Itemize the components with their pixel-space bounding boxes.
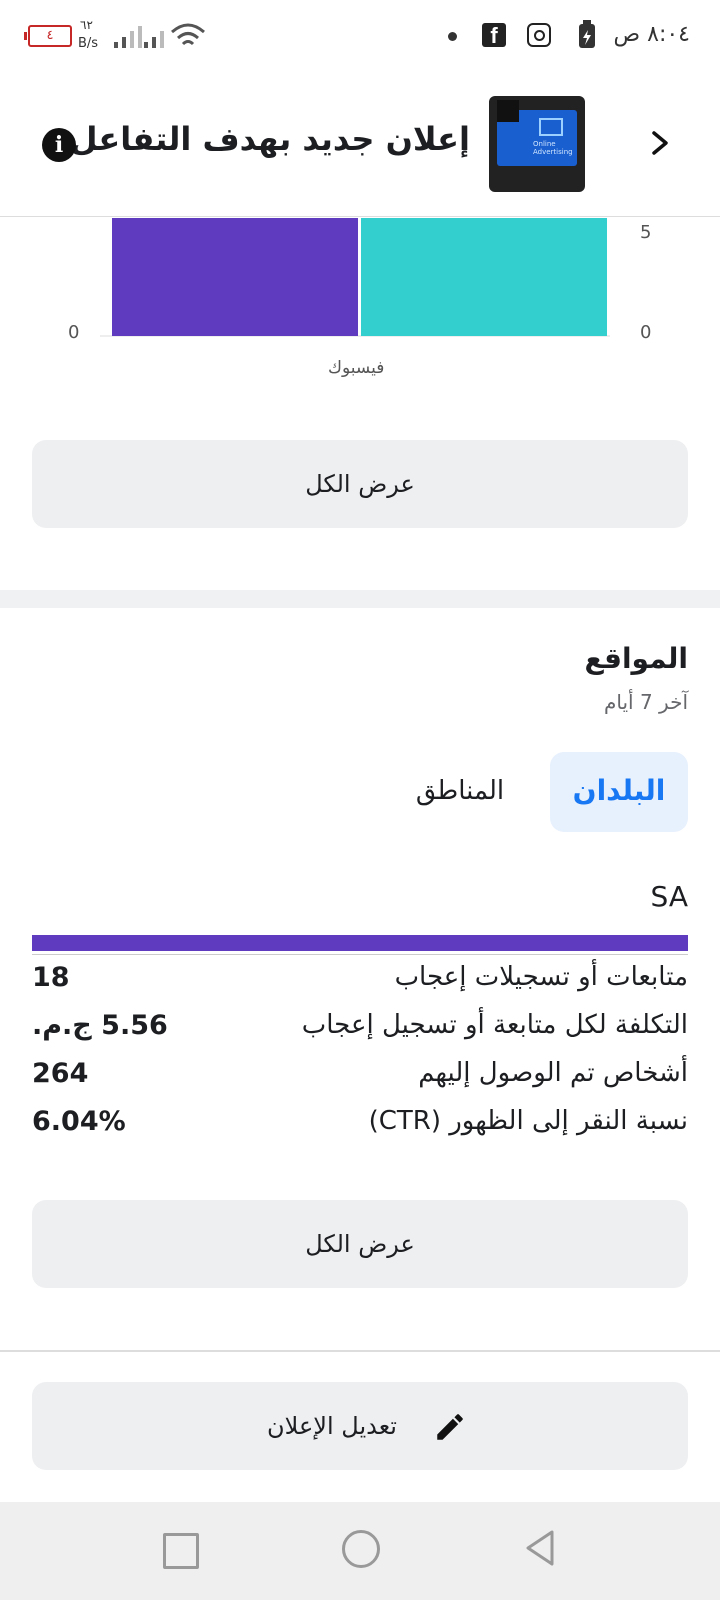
ad-thumbnail[interactable]: Online Advertising [489,96,585,192]
home-icon[interactable] [342,1530,380,1568]
view-all-button[interactable]: عرض الكل [32,440,688,528]
section-divider [0,1350,720,1352]
row-separator [32,954,688,955]
metric-label: نسبة النقر إلى الظهور (CTR) [368,1106,688,1136]
thumb-caption: Online Advertising [533,140,573,156]
facebook-icon: f [482,23,506,48]
battery-level: ٤ [28,25,72,47]
metric-label: متابعات أو تسجيلات إعجاب [394,962,688,992]
recent-apps-icon[interactable] [163,1533,199,1569]
tab-countries[interactable]: البلدان [550,752,688,832]
country-name: SA [650,880,688,913]
section-divider [0,590,720,608]
locations-title: المواقع [584,642,689,675]
metric-value: 5.56 ج.م. [32,1010,168,1041]
metric-value: 6.04% [32,1106,126,1137]
left-axis-tick: 0 [68,322,80,343]
net-speed-unit: B/s [78,36,99,51]
chart-category-label: فيسبوك [328,358,385,378]
status-bar: ٨:٠٤ ص f ٦٢ B/s ٤ [0,0,720,72]
page-title: إعلان جديد بهدف التفاعل [69,120,470,158]
metric-value: 264 [32,1058,89,1089]
dot-icon [448,32,457,41]
net-speed-value: ٦٢ [80,18,93,32]
right-axis-tick: 5 [640,222,652,243]
chart-bar-series-2 [361,218,607,336]
view-all-button[interactable]: عرض الكل [32,1200,688,1288]
metric-label: أشخاص تم الوصول إليهم [418,1058,688,1088]
metric-value: 18 [32,962,70,993]
edit-ad-label: تعديل الإعلان [267,1412,397,1440]
pencil-icon [437,1414,463,1440]
metric-label: التكلفة لكل متابعة أو تسجيل إعجاب [301,1010,688,1040]
edit-ad-button[interactable]: تعديل الإعلان [32,1382,688,1470]
date-range-label: آخر 7 أيام [603,690,688,714]
tab-regions[interactable]: المناطق [400,752,520,832]
clock: ٨:٠٤ ص [613,22,690,47]
back-chevron-icon[interactable] [648,127,672,159]
right-axis-tick: 0 [640,322,652,343]
country-result-bar [32,935,688,951]
info-icon[interactable]: i [42,128,76,162]
chart-bar-series-1 [112,218,358,336]
battery-charging-icon [579,20,595,48]
back-triangle-icon[interactable] [522,1528,558,1568]
wifi-icon [171,23,205,46]
instagram-icon [527,23,551,47]
